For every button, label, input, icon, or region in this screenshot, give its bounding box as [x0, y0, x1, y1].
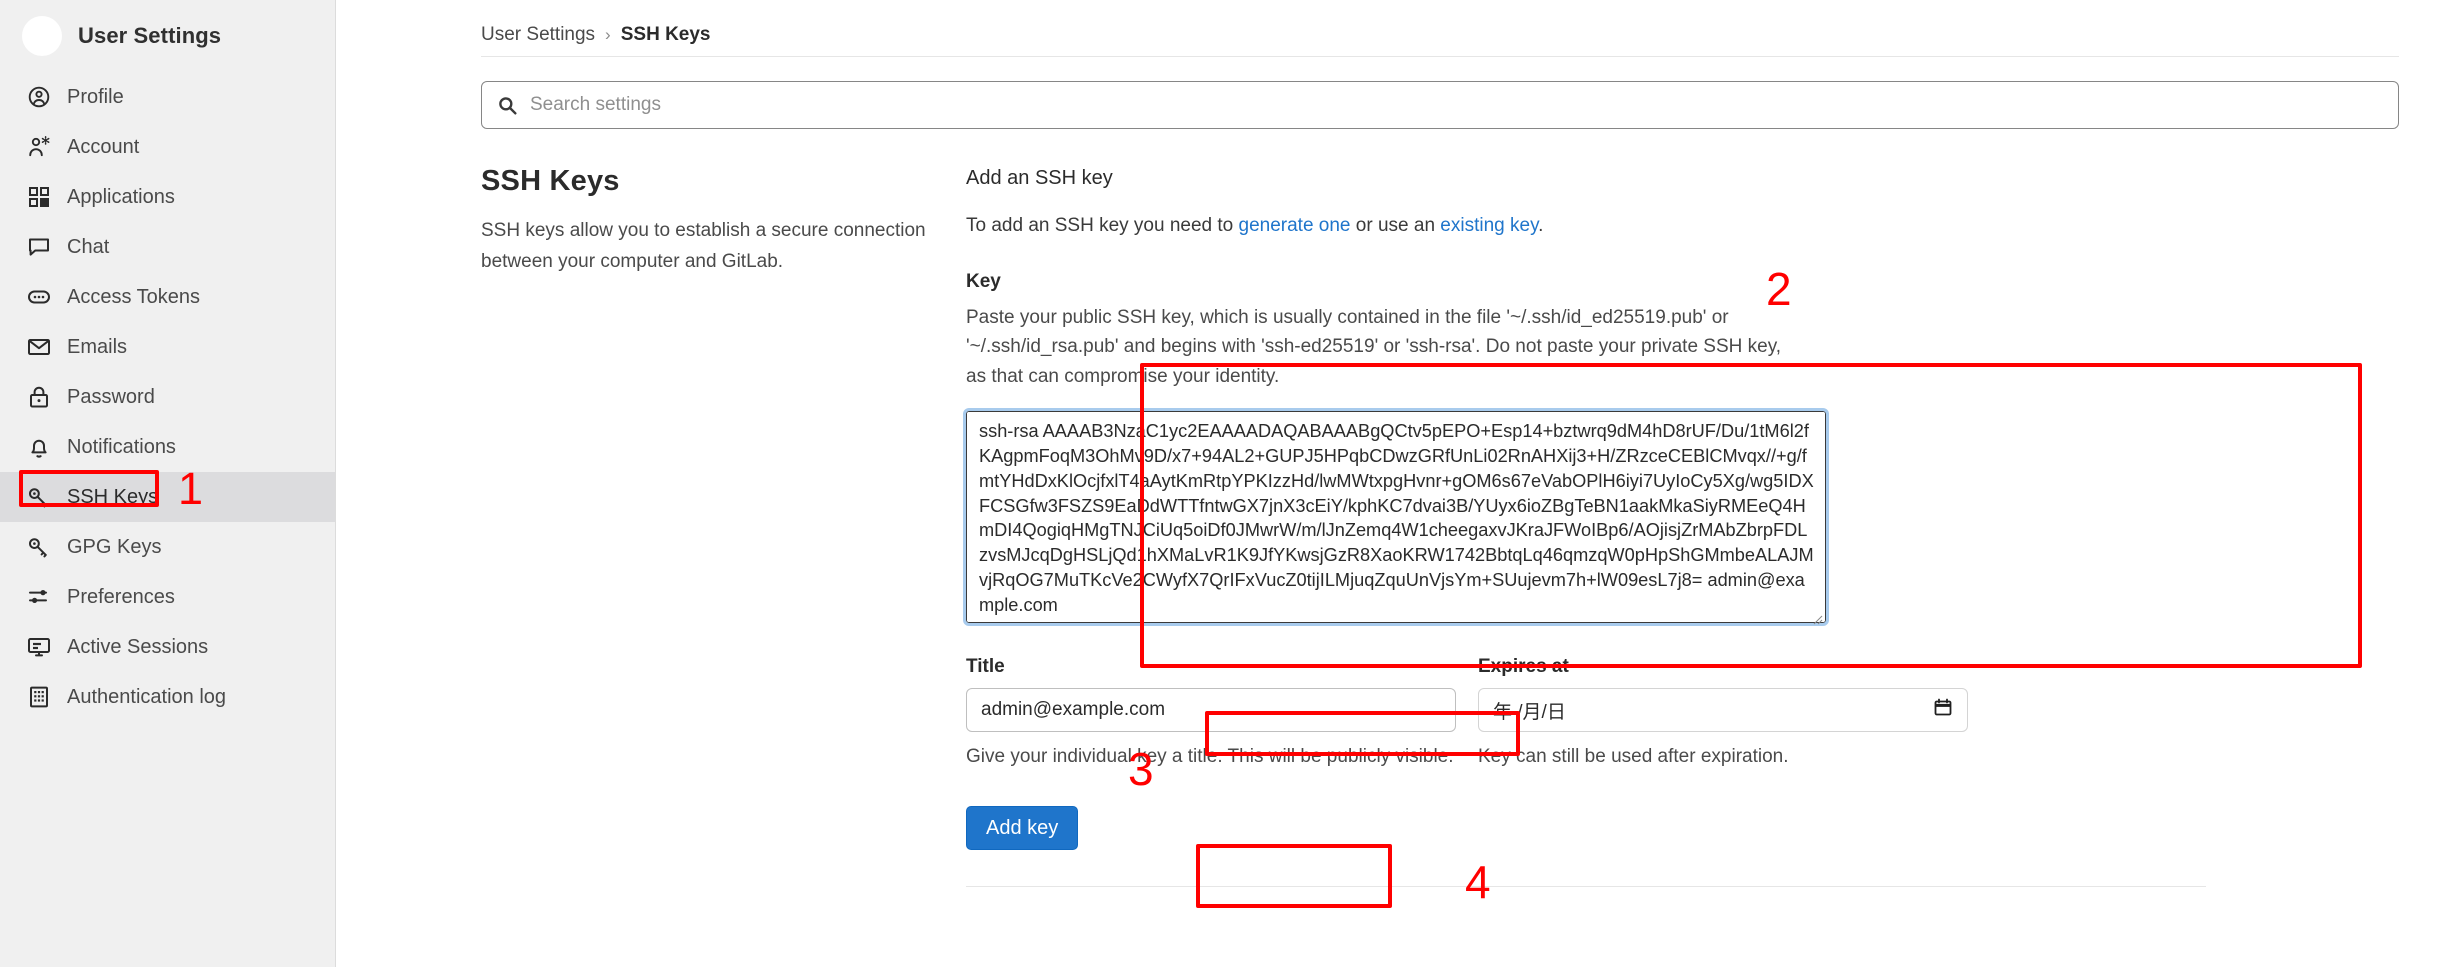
page-title: SSH Keys [481, 165, 620, 197]
avatar [22, 16, 62, 56]
key-icon [26, 534, 52, 560]
generate-one-link[interactable]: generate one [1239, 215, 1351, 236]
breadcrumb-parent[interactable]: User Settings [481, 24, 595, 46]
expires-date-input[interactable]: 年 /月/日 [1478, 688, 1968, 733]
sidebar-item-profile[interactable]: Profile [0, 72, 335, 122]
title-hint: Give your individual key a title. This w… [966, 746, 1454, 768]
breadcrumb: User Settings › SSH Keys [481, 10, 2401, 50]
bell-icon [26, 434, 52, 460]
section-description: SSH keys allow you to establish a secure… [481, 220, 926, 272]
title-field-group: Title Give your individual key a title. … [966, 656, 1456, 772]
expires-date-placeholder: 年 /月/日 [1493, 701, 1566, 723]
add-ssh-key-form: Add an SSH key To add an SSH key you nee… [963, 165, 2206, 887]
envelope-icon [26, 334, 52, 360]
section-description-column: SSH Keys SSH keys allow you to establish… [481, 165, 966, 887]
sidebar-item-label: Preferences [67, 586, 175, 608]
sidebar-item-emails[interactable]: Emails [0, 322, 335, 372]
grid-squares-icon [26, 184, 52, 210]
expires-hint: Key can still be used after expiration. [1478, 746, 1789, 768]
form-intro-prefix: To add an SSH key you need to [966, 215, 1239, 236]
expires-field-group: Expires at 年 /月/日 Key can still be used … [1478, 656, 1968, 772]
key-field-label: Key [966, 270, 1001, 292]
form-bottom-divider [966, 885, 2206, 887]
sidebar-item-label: Active Sessions [67, 636, 209, 658]
search-settings-field[interactable] [481, 81, 2399, 129]
add-key-button[interactable]: Add key [966, 805, 1079, 850]
monitor-icon [26, 634, 52, 660]
form-intro: To add an SSH key you need to generate o… [966, 212, 1926, 241]
title-expires-row: Title Give your individual key a title. … [966, 656, 1968, 772]
existing-key-link[interactable]: existing key [1440, 215, 1538, 236]
sidebar-item-ssh-keys[interactable]: SSH Keys [0, 472, 335, 522]
sidebar-item-label: Notifications [67, 436, 176, 458]
sidebar-item-access-tokens[interactable]: Access Tokens [0, 272, 335, 322]
sidebar-item-label: GPG Keys [67, 536, 162, 558]
sidebar-item-label: Access Tokens [67, 286, 201, 308]
sidebar-item-label: Chat [67, 236, 110, 258]
sidebar-item-label: Emails [67, 336, 128, 358]
header-divider [481, 56, 2399, 57]
breadcrumb-separator-icon: › [605, 24, 611, 44]
sidebar-item-label: Applications [67, 186, 175, 208]
sidebar-nav: Profile Account Applications Chat Access Tok… [0, 72, 335, 722]
submit-row: Add key [966, 772, 1926, 850]
search-input[interactable] [528, 93, 2382, 117]
page-root: User Settings Profile Account Applications… [0, 0, 2464, 967]
sidebar-title: User Settings [78, 23, 222, 48]
title-field-label: Title [966, 656, 1005, 678]
ssh-keys-section: SSH Keys SSH keys allow you to establish… [481, 165, 2401, 887]
calendar-icon[interactable] [1933, 697, 1953, 723]
sidebar-item-active-sessions[interactable]: Active Sessions [0, 622, 335, 672]
sidebar-item-label: Profile [67, 86, 124, 108]
sidebar-item-password[interactable]: Password [0, 372, 335, 422]
sidebar-item-applications[interactable]: Applications [0, 172, 335, 222]
key-textarea-wrapper [963, 408, 1829, 628]
lock-icon [26, 384, 52, 410]
sidebar-item-account[interactable]: Account [0, 122, 335, 172]
sliders-icon [26, 584, 52, 610]
key-icon [26, 484, 52, 510]
key-help-text: Paste your public SSH key, which is usua… [966, 306, 1782, 387]
sidebar-item-chat[interactable]: Chat [0, 222, 335, 272]
ssh-key-textarea[interactable] [963, 408, 1829, 627]
user-gear-icon [26, 134, 52, 160]
sidebar-item-authentication-log[interactable]: Authentication log [0, 672, 335, 722]
sidebar: User Settings Profile Account Applications… [0, 0, 336, 967]
sidebar-item-label: SSH Keys [67, 486, 159, 508]
sidebar-item-label: Account [67, 136, 140, 158]
form-intro-middle: or use an [1350, 215, 1441, 236]
main-content: User Settings › SSH Keys SSH Keys SSH ke… [336, 0, 2464, 967]
search-icon [498, 96, 517, 115]
sidebar-header: User Settings [0, 6, 335, 72]
form-intro-suffix: . [1538, 215, 1544, 236]
sidebar-item-notifications[interactable]: Notifications [0, 422, 335, 472]
sidebar-item-preferences[interactable]: Preferences [0, 572, 335, 622]
chat-bubble-icon [26, 234, 52, 260]
expires-field-label: Expires at [1478, 656, 1569, 678]
sidebar-item-label: Authentication log [67, 686, 227, 708]
title-input[interactable] [966, 688, 1456, 733]
form-title: Add an SSH key [966, 167, 1113, 189]
user-circle-icon [26, 84, 52, 110]
breadcrumb-current: SSH Keys [620, 23, 711, 45]
token-pill-icon [26, 284, 52, 310]
log-grid-icon [26, 684, 52, 710]
sidebar-item-gpg-keys[interactable]: GPG Keys [0, 522, 335, 572]
sidebar-item-label: Password [67, 386, 155, 408]
